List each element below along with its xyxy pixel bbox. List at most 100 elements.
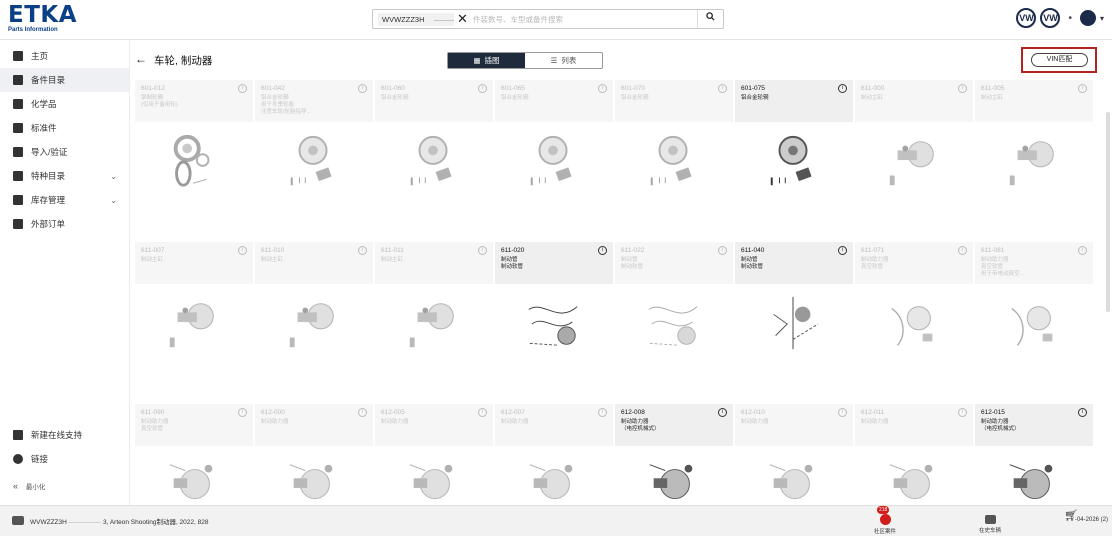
part-illustration[interactable] — [524, 132, 582, 192]
part-illustration[interactable] — [284, 294, 342, 354]
clear-vin-icon[interactable]: ✕ — [457, 11, 468, 27]
part-illustration[interactable] — [644, 456, 702, 505]
info-icon[interactable]: i — [838, 246, 847, 255]
part-illustration[interactable] — [404, 456, 462, 505]
part-illustration[interactable] — [404, 294, 462, 354]
part-illustration[interactable] — [524, 456, 582, 505]
part-card-611-040[interactable]: 611-040 制动管 制动软管 i — [735, 242, 853, 398]
part-card-611-090[interactable]: 611-090 制动助力器 真空软管 i — [135, 404, 253, 505]
community-cases-button[interactable]: 218 社区案件 — [860, 506, 910, 535]
info-icon[interactable]: i — [718, 408, 727, 417]
info-icon[interactable]: i — [598, 408, 607, 417]
part-illustration[interactable] — [764, 294, 822, 354]
part-card-611-081[interactable]: 611-081 制动助力器 真空软管 用于带电动真空... i — [975, 242, 1093, 398]
info-icon[interactable]: i — [478, 246, 487, 255]
part-illustration[interactable] — [764, 132, 822, 192]
part-card-612-011[interactable]: 612-011 制动助力器 i — [855, 404, 973, 505]
part-illustration[interactable] — [524, 294, 582, 354]
part-card-612-005[interactable]: 612-005 制动助力器 i — [375, 404, 493, 505]
scrollbar[interactable] — [1106, 112, 1110, 312]
view-graphic-button[interactable]: ▦ 插图 — [448, 53, 525, 68]
garage-vehicles-button[interactable]: 在史车辆 — [970, 508, 1010, 534]
part-card-612-007[interactable]: 612-007 制动助力器 i — [495, 404, 613, 505]
part-illustration[interactable] — [164, 294, 222, 354]
part-card-601-070[interactable]: 601-070 铝合金轮辋 i — [615, 80, 733, 236]
info-icon[interactable]: i — [718, 246, 727, 255]
part-illustration[interactable] — [1004, 132, 1062, 192]
part-illustration[interactable] — [164, 132, 222, 192]
info-icon[interactable]: i — [838, 408, 847, 417]
sidebar-item-links[interactable]: 链接 — [0, 447, 130, 471]
part-card-601-065[interactable]: 601-065 铝合金轮辋 i — [495, 80, 613, 236]
part-card-611-010[interactable]: 611-010 制动主缸 i — [255, 242, 373, 398]
info-icon[interactable]: i — [238, 408, 247, 417]
collapse-sidebar-button[interactable]: « 最小化 — [0, 481, 130, 491]
info-icon[interactable]: i — [358, 246, 367, 255]
part-illustration[interactable] — [284, 132, 342, 192]
sidebar-item-new-support[interactable]: 新建在线支持 — [0, 423, 130, 447]
vin-match-button[interactable]: VIN匹配 — [1031, 53, 1088, 67]
sidebar-item-home[interactable]: 主页 — [0, 44, 129, 68]
info-icon[interactable]: i — [358, 84, 367, 93]
view-list-button[interactable]: ☰ 列表 — [525, 53, 602, 68]
search-input[interactable]: 件装数号、车型或备件搜索 — [473, 14, 563, 25]
part-card-612-015[interactable]: 612-015 制动助力器 （电控机械式） i — [975, 404, 1093, 505]
back-arrow-icon[interactable]: ← — [135, 52, 147, 66]
part-illustration[interactable] — [1004, 294, 1062, 354]
info-icon[interactable]: i — [1078, 246, 1087, 255]
part-card-611-071[interactable]: 611-071 制动助力器 真空软管 i — [855, 242, 973, 398]
part-illustration[interactable] — [884, 132, 942, 192]
info-icon[interactable]: i — [238, 246, 247, 255]
sidebar-item-special-catalog[interactable]: 特种目录 ⌄ — [0, 164, 129, 188]
info-icon[interactable]: i — [958, 246, 967, 255]
part-card-611-020[interactable]: 611-020 制动管 制动软管 i — [495, 242, 613, 398]
etka-logo[interactable]: ETKA Parts Information — [8, 4, 77, 34]
info-icon[interactable]: i — [958, 84, 967, 93]
user-icon[interactable] — [1079, 10, 1096, 26]
sidebar-item-standard-parts[interactable]: 标准件 — [0, 116, 129, 140]
search-bar[interactable]: WVWZZZ3H ————— 8 ✕ 件装数号、车型或备件搜索 — [372, 9, 724, 29]
part-illustration[interactable] — [164, 456, 222, 505]
part-card-601-075[interactable]: 601-075 铝合金轮辋 i — [735, 80, 853, 236]
part-illustration[interactable] — [884, 294, 942, 354]
sidebar-item-parts-catalog[interactable]: 备件目录 — [0, 68, 129, 92]
sidebar-item-import[interactable]: 导入/验证 — [0, 140, 129, 164]
part-card-601-042[interactable]: 601-042 铝合金轮辋 用于冬季轮胎 注意车轮/轮胎指导... i — [255, 80, 373, 236]
info-icon[interactable]: i — [478, 84, 487, 93]
part-card-611-011[interactable]: 611-011 制动主缸 i — [375, 242, 493, 398]
part-card-601-060[interactable]: 601-060 铝合金轮辋 i — [375, 80, 493, 236]
vw-brand-icon[interactable]: VW — [1016, 8, 1037, 28]
sidebar-item-inventory[interactable]: 库存管理 ⌄ — [0, 188, 129, 212]
more-icon[interactable]: • — [1064, 13, 1076, 24]
info-icon[interactable]: i — [958, 408, 967, 417]
part-card-611-005[interactable]: 611-005 制动主缸 i — [975, 80, 1093, 236]
part-card-612-008[interactable]: 612-008 制动助力器 （电控机械式） i — [615, 404, 733, 505]
part-card-611-000[interactable]: 611-000 制动主缸 i — [855, 80, 973, 236]
info-icon[interactable]: i — [358, 408, 367, 417]
info-icon[interactable]: i — [718, 84, 727, 93]
part-card-611-007[interactable]: 611-007 制动主缸 i — [135, 242, 253, 398]
part-illustration[interactable] — [644, 132, 702, 192]
part-card-612-000[interactable]: 612-000 制动助力器 i — [255, 404, 373, 505]
info-icon[interactable]: i — [598, 84, 607, 93]
current-vehicle[interactable]: WVWZZZ3H ————— 3, Arteon Shooting制动器, 20… — [30, 516, 208, 526]
info-icon[interactable]: i — [598, 246, 607, 255]
chevron-down-icon[interactable]: ▾ — [1100, 14, 1104, 23]
part-illustration[interactable] — [644, 294, 702, 354]
vw-commercial-brand-icon[interactable]: VW — [1040, 8, 1061, 28]
part-card-601-012[interactable]: 601-012 钢制轮辋 (仅用于备用轮) i — [135, 80, 253, 236]
info-icon[interactable]: i — [838, 84, 847, 93]
info-icon[interactable]: i — [1078, 84, 1087, 93]
part-card-611-022[interactable]: 611-022 制动管 制动软管 i — [615, 242, 733, 398]
part-illustration[interactable] — [1004, 456, 1062, 505]
sidebar-item-chemicals[interactable]: 化学品 — [0, 92, 129, 116]
info-icon[interactable]: i — [1078, 408, 1087, 417]
part-illustration[interactable] — [404, 132, 462, 192]
info-icon[interactable]: i — [238, 84, 247, 93]
search-button[interactable] — [697, 10, 723, 28]
info-icon[interactable]: i — [478, 408, 487, 417]
part-illustration[interactable] — [764, 456, 822, 505]
part-illustration[interactable] — [284, 456, 342, 505]
part-card-612-010[interactable]: 612-010 制动助力器 i — [735, 404, 853, 505]
part-illustration[interactable] — [884, 456, 942, 505]
